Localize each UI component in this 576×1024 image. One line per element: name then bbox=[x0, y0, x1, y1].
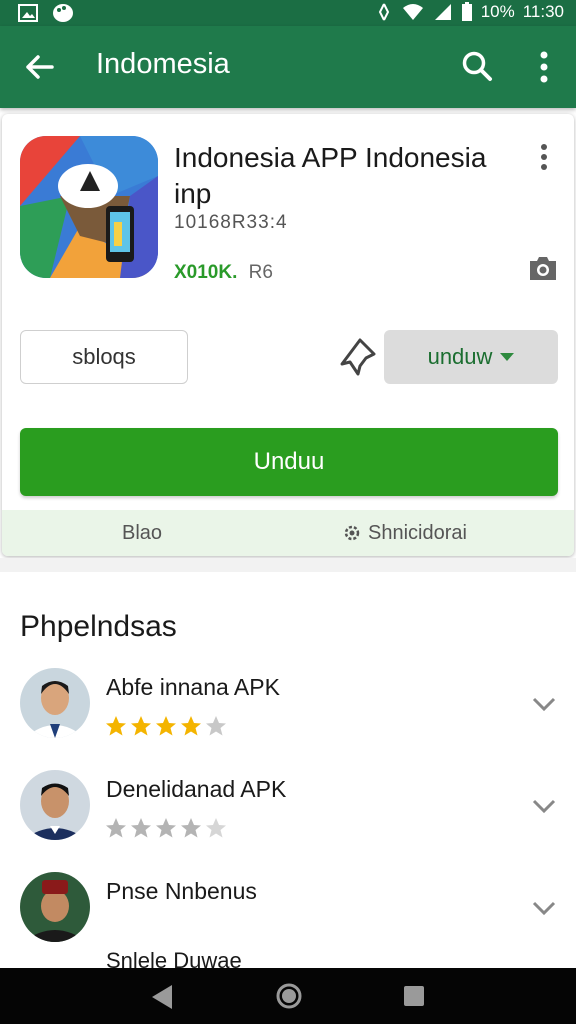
dropdown-button-label: unduw bbox=[427, 344, 493, 369]
avatar bbox=[20, 872, 90, 942]
app-bar-title: Indomesia bbox=[96, 48, 230, 80]
app-developer[interactable]: 10168R33:4 bbox=[174, 212, 288, 234]
more-vert-icon[interactable] bbox=[530, 49, 558, 85]
star-icon bbox=[106, 716, 126, 736]
palette-icon bbox=[53, 4, 73, 22]
card-footer: Blao Shnicidorai bbox=[2, 510, 574, 556]
signal-alt-icon bbox=[378, 3, 389, 21]
wifi-icon bbox=[402, 4, 423, 20]
reviewer-name: Abfe innana APK bbox=[106, 674, 280, 700]
status-bar: 10% 11:30 bbox=[0, 0, 576, 26]
review-item[interactable]: Denelidanad APK bbox=[0, 770, 576, 870]
install-button[interactable]: Unduu bbox=[20, 428, 558, 496]
reviewer-name: Pnse Nnbenus bbox=[106, 878, 257, 904]
reviewer-name: Denelidanad APK bbox=[106, 776, 287, 802]
star-icon bbox=[106, 818, 126, 838]
rating-stars bbox=[104, 816, 228, 840]
section-title: Phpelndsas bbox=[20, 610, 177, 643]
star-icon bbox=[181, 716, 201, 736]
pin-icon[interactable] bbox=[338, 336, 378, 378]
nav-back-icon[interactable] bbox=[148, 982, 176, 1012]
star-icon bbox=[131, 818, 151, 838]
nav-recent-icon[interactable] bbox=[402, 984, 426, 1008]
gear-icon bbox=[344, 525, 360, 541]
battery-level: 10% bbox=[480, 2, 515, 21]
image-icon bbox=[18, 4, 38, 22]
chevron-down-icon[interactable] bbox=[530, 796, 558, 816]
caret-down-icon bbox=[500, 353, 515, 361]
more-vert-icon[interactable] bbox=[532, 142, 556, 172]
rating-stars bbox=[104, 714, 228, 738]
chevron-down-icon[interactable] bbox=[530, 694, 558, 714]
nav-bar bbox=[0, 968, 576, 1024]
app-card: Indonesia APP Indonesia inp 10168R33:4 X… bbox=[2, 114, 574, 556]
avatar bbox=[20, 770, 90, 840]
section-divider bbox=[0, 558, 576, 572]
signal-icon bbox=[434, 4, 451, 20]
app-bar: Indomesia bbox=[0, 26, 576, 108]
review-item[interactable]: Pnse Nnbenus bbox=[0, 872, 576, 972]
star-icon bbox=[131, 716, 151, 736]
status-time: 11:30 bbox=[522, 2, 564, 21]
battery-icon bbox=[461, 2, 472, 21]
camera-icon[interactable] bbox=[528, 254, 558, 282]
avatar bbox=[20, 668, 90, 738]
nav-home-icon[interactable] bbox=[275, 982, 303, 1010]
review-item[interactable]: Abfe innana APK bbox=[0, 668, 576, 768]
star-icon bbox=[156, 716, 176, 736]
footer-right-item[interactable]: Shnicidorai bbox=[342, 522, 467, 545]
star-empty-icon bbox=[206, 818, 226, 838]
secondary-button[interactable]: sbloqs bbox=[20, 330, 188, 384]
app-rating: X010K. bbox=[174, 262, 238, 283]
star-empty-icon bbox=[206, 716, 226, 736]
footer-left-label[interactable]: Blao bbox=[122, 522, 162, 545]
search-icon[interactable] bbox=[460, 49, 494, 83]
dropdown-button[interactable]: unduw bbox=[384, 330, 558, 384]
app-title: Indonesia APP Indonesia inp bbox=[174, 142, 487, 209]
app-icon[interactable] bbox=[20, 136, 158, 278]
footer-right-label: Shnicidorai bbox=[368, 521, 467, 544]
chevron-down-icon[interactable] bbox=[530, 898, 558, 918]
app-meta: X010K. R6 bbox=[174, 262, 273, 284]
back-arrow-icon[interactable] bbox=[22, 50, 56, 84]
app-size: R6 bbox=[248, 262, 273, 283]
star-icon bbox=[181, 818, 201, 838]
star-icon bbox=[156, 818, 176, 838]
